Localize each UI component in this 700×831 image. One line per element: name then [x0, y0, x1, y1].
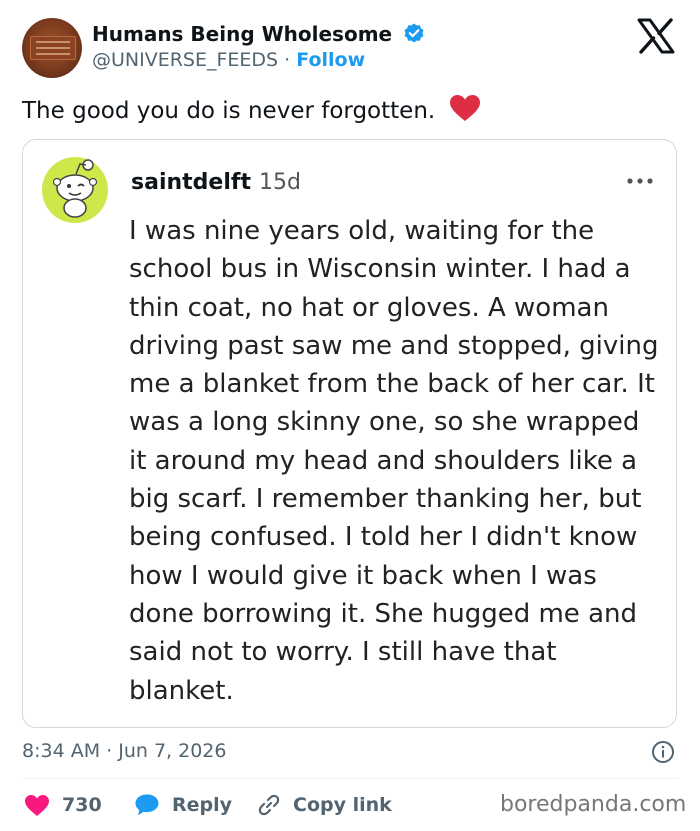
- reply-button[interactable]: Reply: [134, 792, 232, 818]
- avatar-plaque: [30, 36, 76, 60]
- handle-line: @UNIVERSE_FEEDS · Follow: [92, 49, 365, 71]
- reddit-avatar-icon: [42, 157, 108, 223]
- quoted-post-age: 15d: [258, 170, 301, 195]
- quoted-post-body: I was nine years old, waiting for the sc…: [129, 216, 659, 706]
- red-heart-icon: [449, 95, 480, 121]
- reply-bubble-icon: [135, 794, 159, 816]
- footer-divider: [22, 778, 679, 779]
- tweet-timestamp[interactable]: 8:34 AM · Jun 7, 2026: [22, 740, 226, 762]
- like-button[interactable]: 730: [24, 792, 102, 818]
- info-icon[interactable]: [651, 740, 675, 764]
- account-handle[interactable]: @UNIVERSE_FEEDS: [92, 49, 278, 71]
- copy-link-label: Copy link: [293, 794, 392, 816]
- follow-button[interactable]: Follow: [296, 49, 365, 71]
- quoted-post-header: saintdelft 15d: [131, 170, 301, 195]
- quoted-post-card[interactable]: saintdelft 15d I was nine years old, wait…: [22, 139, 677, 728]
- like-count: 730: [62, 794, 102, 816]
- account-name[interactable]: Humans Being Wholesome: [92, 22, 392, 46]
- x-logo-icon[interactable]: [636, 18, 676, 54]
- link-icon: [258, 794, 280, 816]
- heart-icon: [25, 794, 49, 816]
- tweet-text-content: The good you do is never forgotten.: [22, 98, 436, 124]
- more-options-icon[interactable]: [625, 176, 655, 186]
- tweet-text: The good you do is never forgotten.: [22, 94, 481, 124]
- account-name-row[interactable]: Humans Being Wholesome: [92, 22, 425, 46]
- source-watermark: boredpanda.com: [500, 792, 687, 817]
- verified-badge-icon: [404, 23, 424, 43]
- quoted-username[interactable]: saintdelft: [131, 170, 251, 195]
- handle-separator: ·: [284, 49, 291, 71]
- copy-link-button[interactable]: Copy link: [257, 792, 392, 818]
- profile-avatar[interactable]: [22, 18, 82, 78]
- reply-label: Reply: [172, 794, 233, 816]
